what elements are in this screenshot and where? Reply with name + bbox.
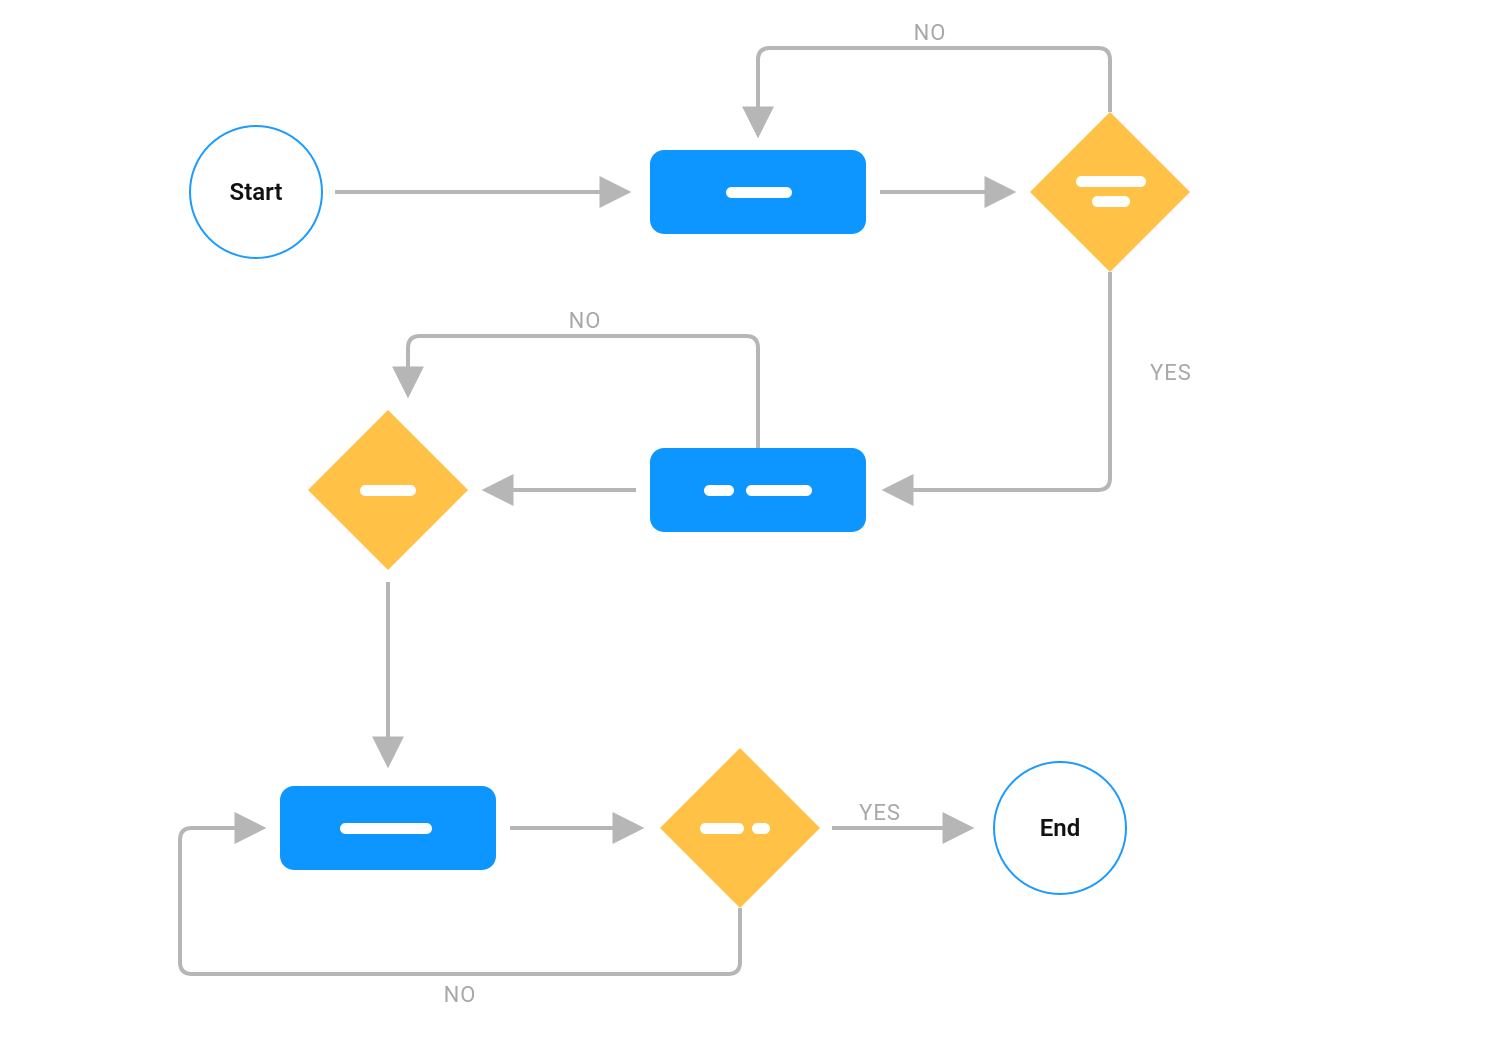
- placeholder-bar: [1076, 176, 1146, 187]
- placeholder-bar: [1092, 196, 1130, 207]
- edge-label-yes-1: YES: [1150, 361, 1192, 386]
- edge-dec3-yes: YES: [832, 801, 968, 828]
- edge-label-no-2: NO: [569, 309, 602, 334]
- decision-1: [1030, 112, 1190, 272]
- placeholder-bar: [746, 485, 812, 496]
- edge-label-no-1: NO: [914, 21, 947, 46]
- decision-3: [660, 748, 820, 908]
- decision-2: [308, 410, 468, 570]
- placeholder-bar: [700, 823, 744, 834]
- placeholder-bar: [726, 187, 792, 198]
- process-1: [650, 150, 866, 234]
- end-node: End: [994, 762, 1126, 894]
- end-label: End: [1040, 814, 1080, 842]
- process-3: [280, 786, 496, 870]
- placeholder-bar: [704, 485, 734, 496]
- edge-label-no-3: NO: [444, 983, 477, 1008]
- process-2: [650, 448, 866, 532]
- edge-label-yes-2: YES: [859, 801, 901, 826]
- placeholder-bar: [752, 823, 770, 834]
- start-label: Start: [230, 178, 283, 206]
- start-node: Start: [190, 126, 322, 258]
- placeholder-bar: [340, 823, 432, 834]
- edge-dec1-no: NO: [758, 21, 1110, 132]
- placeholder-bar: [360, 485, 416, 496]
- edge-dec2-no: NO: [408, 309, 758, 448]
- edge-dec1-yes: YES: [888, 272, 1192, 490]
